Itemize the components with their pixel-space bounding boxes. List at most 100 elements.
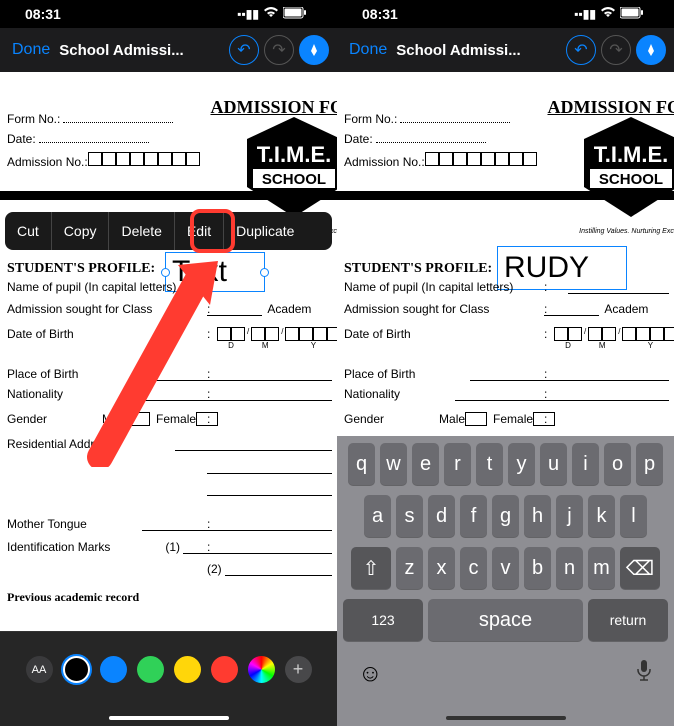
signal-icon: ▪▪▮▮: [574, 7, 596, 21]
status-icons: ▪▪▮▮: [237, 6, 307, 22]
admission-no-field: Admission No.:: [7, 152, 200, 170]
key-c[interactable]: c: [460, 547, 487, 589]
home-indicator[interactable]: [109, 716, 229, 720]
phone-left: 08:31 ▪▪▮▮ Done School Admissi... ↶ ↷ AD…: [0, 0, 337, 726]
key-n[interactable]: n: [556, 547, 583, 589]
text-style-button[interactable]: AA: [26, 656, 53, 683]
key-shift[interactable]: ⇧: [351, 547, 391, 589]
gender-field: Gender:Male Female: [344, 412, 669, 427]
key-return[interactable]: return: [588, 599, 668, 641]
resize-handle-right[interactable]: [260, 268, 269, 277]
markup-toolbar: Done School Admissi... ↶ ↷: [337, 28, 674, 72]
redo-button: ↷: [601, 35, 631, 65]
phone-right: 08:31 ▪▪▮▮ Done School Admissi... ↶ ↷ AD…: [337, 0, 674, 726]
done-button[interactable]: Done: [345, 41, 391, 59]
key-l[interactable]: l: [620, 495, 647, 537]
undo-button[interactable]: ↶: [566, 35, 596, 65]
context-copy[interactable]: Copy: [52, 212, 110, 250]
home-indicator[interactable]: [446, 716, 566, 720]
add-button[interactable]: +: [285, 656, 312, 683]
keyboard-row-2: a s d f g h j k l: [340, 495, 671, 537]
key-numbers[interactable]: 123: [343, 599, 423, 641]
document-canvas[interactable]: ADMISSION FOR Form No.: Date: Admission …: [0, 72, 337, 632]
key-i[interactable]: i: [572, 443, 599, 485]
keyboard-row-4: 123 space return: [340, 599, 671, 641]
signal-icon: ▪▪▮▮: [237, 7, 259, 21]
mother-tongue-field: Mother Tongue:: [7, 517, 332, 531]
status-time: 08:31: [362, 6, 398, 22]
key-q[interactable]: q: [348, 443, 375, 485]
form-no-field: Form No.:: [7, 112, 173, 127]
key-u[interactable]: u: [540, 443, 567, 485]
key-m[interactable]: m: [588, 547, 615, 589]
key-x[interactable]: x: [428, 547, 455, 589]
dob-field: Date of Birth: D/ M/ Y: [344, 327, 669, 341]
status-time: 08:31: [25, 6, 61, 22]
key-b[interactable]: b: [524, 547, 551, 589]
dictation-button[interactable]: [635, 659, 653, 688]
pob-field: Place of Birth:: [344, 367, 669, 381]
color-picker[interactable]: [248, 656, 275, 683]
form-no-field: Form No.:: [344, 112, 510, 127]
key-y[interactable]: y: [508, 443, 535, 485]
key-t[interactable]: t: [476, 443, 503, 485]
form-header: ADMISSION FOR: [547, 97, 674, 118]
key-o[interactable]: o: [604, 443, 631, 485]
context-menu: Cut Copy Delete Edit Duplicate: [5, 212, 332, 250]
key-g[interactable]: g: [492, 495, 519, 537]
key-backspace[interactable]: ⌫: [620, 547, 660, 589]
status-bar: 08:31 ▪▪▮▮: [337, 0, 674, 28]
color-palette: AA +: [0, 631, 337, 726]
profile-section-title: STUDENT'S PROFILE:: [344, 261, 492, 277]
svg-text:SCHOOL: SCHOOL: [262, 171, 326, 188]
color-blue[interactable]: [100, 656, 127, 683]
key-h[interactable]: h: [524, 495, 551, 537]
color-yellow[interactable]: [174, 656, 201, 683]
key-e[interactable]: e: [412, 443, 439, 485]
callout-arrow-icon: [80, 257, 225, 467]
undo-button[interactable]: ↶: [229, 35, 259, 65]
status-bar: 08:31 ▪▪▮▮: [0, 0, 337, 28]
prev-record-title: Previous academic record: [7, 590, 139, 605]
context-delete[interactable]: Delete: [109, 212, 174, 250]
status-icons: ▪▪▮▮: [574, 6, 644, 22]
key-space[interactable]: space: [428, 599, 583, 641]
markup-toolbar: Done School Admissi... ↶ ↷: [0, 28, 337, 72]
document-title: School Admissi...: [59, 42, 224, 59]
markup-toggle[interactable]: [299, 35, 329, 65]
svg-text:T.I.M.E.: T.I.M.E.: [257, 142, 332, 167]
school-logo: T.I.M.E.SCHOOL Instilling Values. Nurtur…: [574, 117, 674, 227]
key-s[interactable]: s: [396, 495, 423, 537]
key-z[interactable]: z: [396, 547, 423, 589]
key-a[interactable]: a: [364, 495, 391, 537]
context-duplicate[interactable]: Duplicate: [224, 212, 306, 250]
keyboard-row-3: ⇧ z x c v b n m ⌫: [340, 547, 671, 589]
id-marks-field: Identification Marks:(1): [7, 540, 332, 554]
edit-highlight-annotation: [190, 209, 235, 253]
name-field: Name of pupil (In capital letters):: [344, 280, 669, 294]
key-p[interactable]: p: [636, 443, 663, 485]
context-cut[interactable]: Cut: [5, 212, 52, 250]
key-d[interactable]: d: [428, 495, 455, 537]
redo-button: ↷: [264, 35, 294, 65]
color-red[interactable]: [211, 656, 238, 683]
admission-no-field: Admission No.:: [344, 152, 537, 170]
wifi-icon: [600, 6, 616, 22]
markup-toggle[interactable]: [636, 35, 666, 65]
done-button[interactable]: Done: [8, 41, 54, 59]
key-j[interactable]: j: [556, 495, 583, 537]
color-green[interactable]: [137, 656, 164, 683]
key-k[interactable]: k: [588, 495, 615, 537]
key-f[interactable]: f: [460, 495, 487, 537]
emoji-button[interactable]: ☺: [358, 660, 383, 688]
key-r[interactable]: r: [444, 443, 471, 485]
document-canvas[interactable]: ADMISSION FOR Form No.: Date: Admission …: [337, 72, 674, 437]
nationality-field: Nationality:: [344, 387, 669, 401]
color-black[interactable]: [63, 656, 90, 683]
key-v[interactable]: v: [492, 547, 519, 589]
key-w[interactable]: w: [380, 443, 407, 485]
battery-icon: [283, 6, 307, 22]
keyboard-row-1: q w e r t y u i o p: [340, 443, 671, 485]
battery-icon: [620, 6, 644, 22]
class-field: Admission sought for Class:Academ: [344, 302, 669, 316]
